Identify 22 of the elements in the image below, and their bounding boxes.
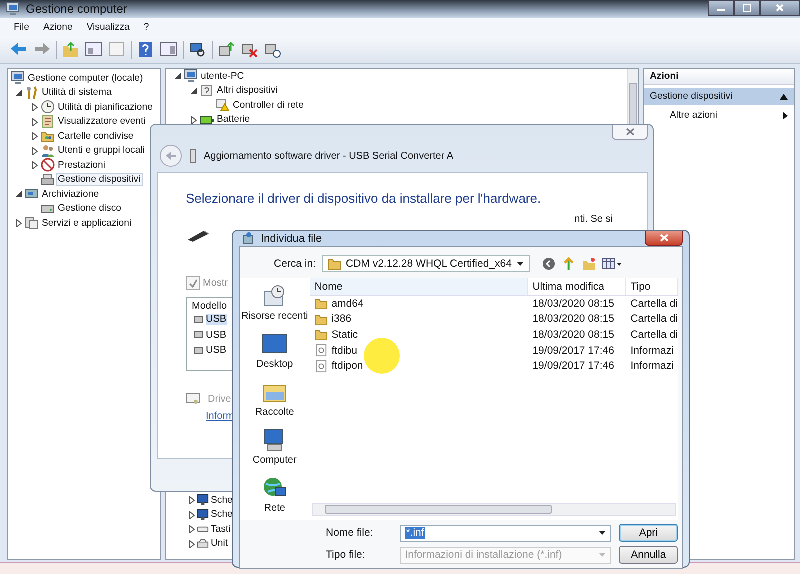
driver-note: Drive	[208, 394, 232, 404]
table-cell-text: Cartella di	[630, 298, 678, 310]
window-title: Individua file	[261, 232, 322, 244]
checkbox-label: Mostr	[203, 278, 228, 288]
column-header: Modello	[192, 301, 228, 312]
window-title: Aggiornamento software driver - USB Serial Converter A	[204, 150, 454, 162]
table-cell-text: Informazi	[630, 344, 675, 357]
table-cell-text: Informazi	[630, 360, 675, 372]
table-cell-text: Cartella di	[630, 328, 678, 341]
table-cell-text: 18/03/2020 08:15	[532, 313, 616, 326]
heading: Selezionare il driver di dispositivo da installare per l'hardware.	[186, 191, 542, 206]
field-label: Tipo file:	[326, 549, 366, 561]
table-cell-text: 18/03/2020 08:15	[532, 328, 616, 341]
table-cell-text: 19/09/2017 17:46	[532, 360, 616, 372]
field-label: Nome file:	[326, 527, 374, 539]
window-title: Gestione computer	[26, 2, 128, 16]
table-cell-text: Cartella di	[630, 313, 678, 326]
table-cell-text: 19/09/2017 17:46	[532, 344, 616, 357]
field-label: Cerca in:	[272, 258, 317, 270]
pane-title: Azioni	[644, 69, 794, 85]
description-text: nti. Se si	[574, 214, 613, 225]
table-cell-text: 18/03/2020 08:15	[532, 298, 616, 310]
